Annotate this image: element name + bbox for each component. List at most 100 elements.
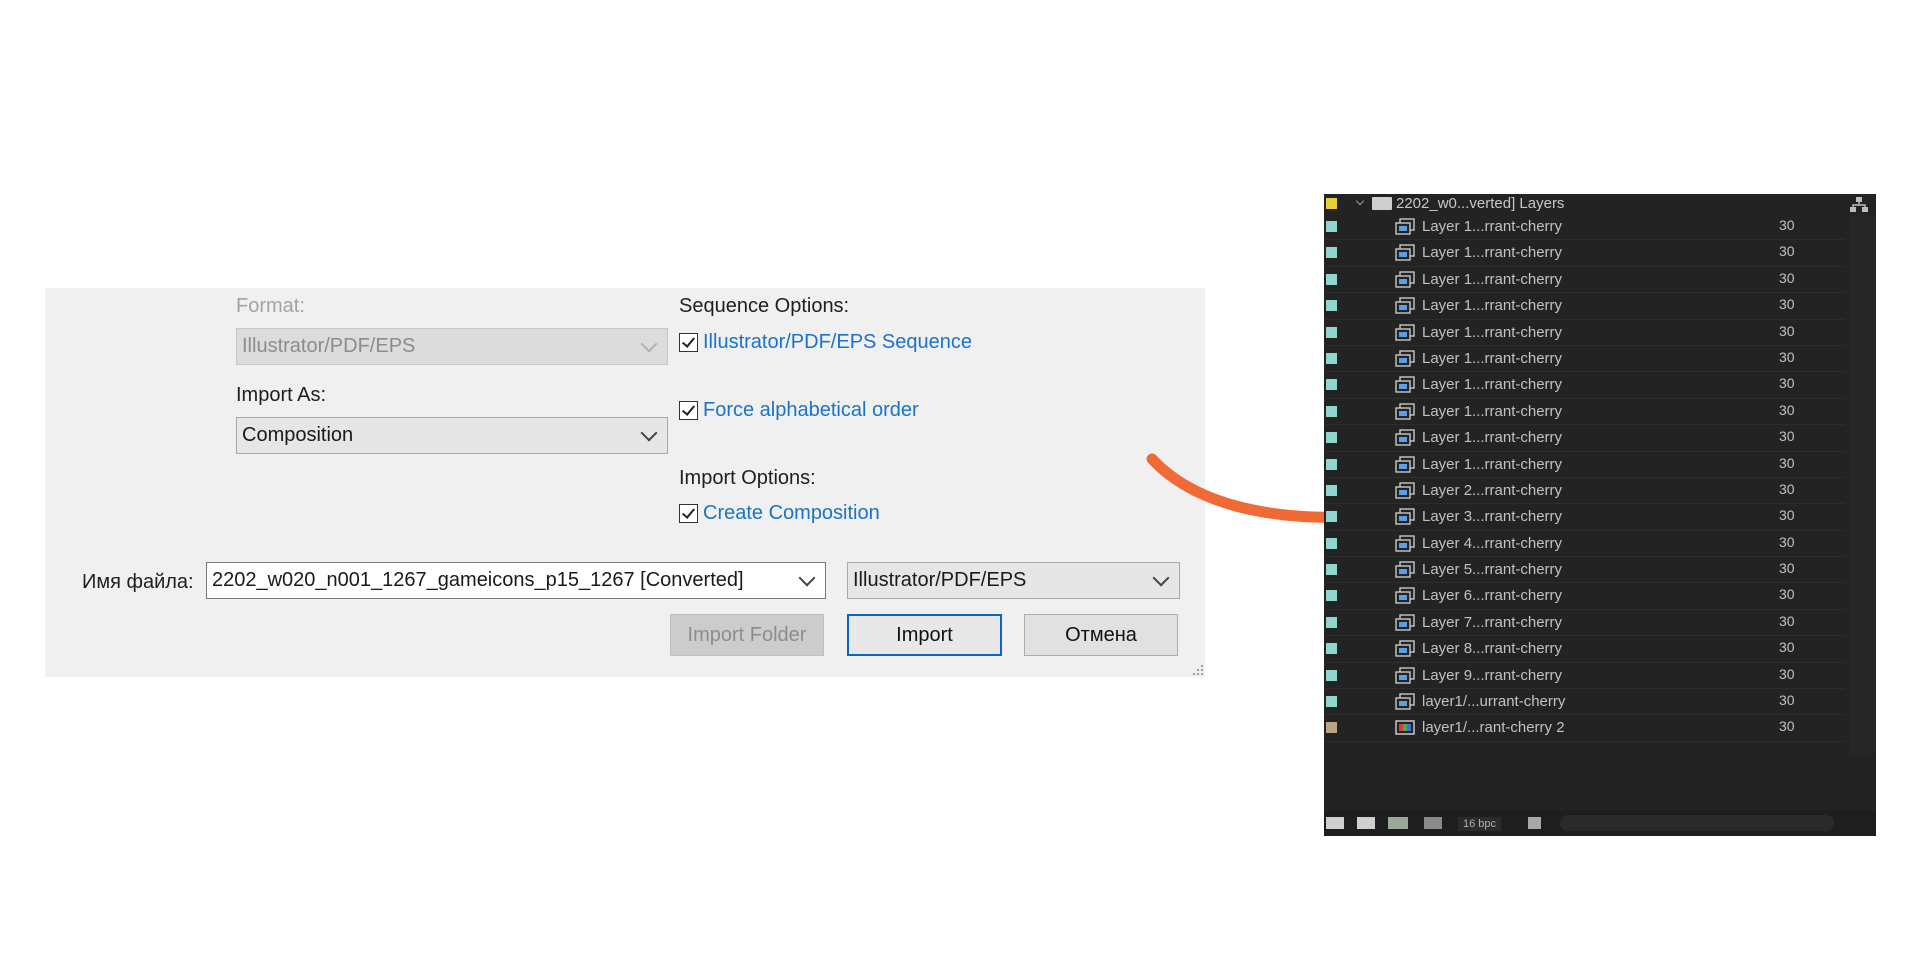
item-name: Layer 4...rrant-cherry — [1422, 534, 1563, 552]
flowchart-icon[interactable] — [1850, 197, 1868, 213]
filetype-value: Illustrator/PDF/EPS — [853, 569, 1027, 591]
label-color-swatch[interactable] — [1326, 511, 1337, 523]
list-item[interactable]: Layer 6...rrant-cherry 30 — [1324, 583, 1844, 610]
create-composition-checkbox[interactable]: Create Composition — [679, 502, 880, 525]
folder-row[interactable]: 2202_w0...verted] Layers — [1324, 194, 1876, 214]
item-frame-rate: 30 — [1779, 560, 1795, 577]
chevron-down-icon[interactable] — [1355, 196, 1365, 206]
list-item[interactable]: Layer 1...rrant-cherry 30 — [1324, 452, 1844, 478]
checkbox-checked-icon[interactable] — [679, 504, 698, 523]
item-name: Layer 1...rrant-cherry — [1422, 429, 1563, 447]
label-color-swatch[interactable] — [1326, 221, 1337, 232]
interpret-footage-icon[interactable] — [1326, 817, 1344, 829]
list-item[interactable]: Layer 4...rrant-cherry 30 — [1324, 531, 1844, 558]
label-color-swatch[interactable] — [1326, 352, 1337, 364]
import-as-label: Import As: — [236, 384, 327, 406]
list-item[interactable]: Layer 1...rrant-cherry 30 — [1324, 214, 1844, 241]
label-color-swatch[interactable] — [1326, 564, 1337, 576]
list-item[interactable]: Layer 1...rrant-cherry 30 — [1324, 240, 1844, 267]
item-frame-rate: 30 — [1779, 269, 1795, 286]
label-color-swatch[interactable] — [1326, 405, 1337, 417]
format-label: Format: — [236, 295, 305, 317]
filetype-select[interactable]: Illustrator/PDF/EPS — [847, 562, 1180, 599]
list-item[interactable]: Layer 2...rrant-cherry 30 — [1324, 478, 1844, 505]
label-color-swatch[interactable] — [1326, 537, 1337, 549]
composition-icon — [1395, 403, 1415, 420]
list-item[interactable]: Layer 1...rrant-cherry 30 — [1324, 346, 1844, 373]
list-item[interactable]: layer1/...rant-cherry 2 30 — [1324, 715, 1844, 742]
project-panel: 2202_w0...verted] Layers Layer 1...rrant… — [1324, 194, 1876, 836]
sequence-checkbox-label[interactable]: Illustrator/PDF/EPS Sequence — [703, 331, 972, 354]
label-color-swatch[interactable] — [1326, 198, 1337, 209]
import-as-select[interactable]: Composition — [236, 417, 668, 454]
item-name: Layer 9...rrant-cherry — [1422, 666, 1563, 684]
list-item[interactable]: Layer 1...rrant-cherry 30 — [1324, 293, 1844, 320]
search-field[interactable] — [1560, 815, 1834, 831]
format-value: Illustrator/PDF/EPS — [242, 335, 416, 357]
scrollbar[interactable] — [1850, 214, 1876, 754]
label-color-swatch[interactable] — [1326, 458, 1337, 470]
label-color-swatch[interactable] — [1326, 616, 1337, 628]
item-frame-rate: 30 — [1779, 296, 1795, 313]
checkbox-checked-icon[interactable] — [679, 333, 698, 352]
item-frame-rate: 30 — [1779, 454, 1795, 471]
list-item[interactable]: Layer 1...rrant-cherry 30 — [1324, 372, 1844, 399]
composition-icon — [1395, 666, 1415, 684]
resize-grip-icon[interactable] — [1189, 661, 1203, 675]
composition-icon — [1395, 323, 1415, 341]
new-composition-icon[interactable] — [1388, 817, 1408, 829]
list-item[interactable]: Layer 1...rrant-cherry 30 — [1324, 399, 1844, 426]
checkbox-checked-icon[interactable] — [679, 401, 698, 420]
item-name: Layer 1...rrant-cherry — [1422, 376, 1563, 394]
label-color-swatch[interactable] — [1326, 432, 1337, 444]
filename-input[interactable]: 2202_w020_n001_1267_gameicons_p15_1267 [… — [206, 562, 826, 599]
list-item[interactable]: Layer 3...rrant-cherry 30 — [1324, 504, 1844, 531]
list-item[interactable]: Layer 9...rrant-cherry 30 — [1324, 663, 1844, 690]
composition-icon — [1395, 508, 1415, 525]
create-composition-label[interactable]: Create Composition — [703, 502, 880, 525]
import-button[interactable]: Import — [847, 614, 1002, 656]
list-item[interactable]: Layer 1...rrant-cherry 30 — [1324, 267, 1844, 294]
composition-icon — [1395, 482, 1415, 499]
label-color-swatch[interactable] — [1326, 247, 1337, 259]
item-frame-rate: 30 — [1779, 480, 1795, 497]
list-item[interactable]: Layer 5...rrant-cherry 30 — [1324, 557, 1844, 584]
label-color-swatch[interactable] — [1326, 484, 1337, 496]
force-alphabetical-checkbox[interactable]: Force alphabetical order — [679, 399, 919, 422]
label-color-swatch[interactable] — [1326, 643, 1337, 655]
list-item[interactable]: Layer 8...rrant-cherry 30 — [1324, 636, 1844, 663]
composition-icon — [1395, 429, 1415, 446]
filename-value[interactable]: 2202_w020_n001_1267_gameicons_p15_1267 [… — [212, 569, 744, 591]
composition-icon — [1395, 297, 1415, 314]
force-alphabetical-label[interactable]: Force alphabetical order — [703, 399, 919, 422]
filename-label: Имя файла: — [82, 571, 194, 593]
folder-icon — [1372, 197, 1392, 210]
cancel-button[interactable]: Отмена — [1024, 614, 1178, 656]
item-frame-rate: 30 — [1779, 428, 1795, 445]
trash-icon[interactable] — [1528, 817, 1541, 829]
item-name: Layer 7...rrant-cherry — [1422, 613, 1563, 631]
list-item[interactable]: Layer 1...rrant-cherry 30 — [1324, 425, 1844, 452]
import-folder-button[interactable]: Import Folder — [670, 614, 824, 656]
label-color-swatch[interactable] — [1326, 300, 1337, 312]
sequence-options-label: Sequence Options: — [679, 295, 850, 317]
list-item[interactable]: Layer 1...rrant-cherry 30 — [1324, 320, 1844, 346]
label-color-swatch[interactable] — [1326, 379, 1337, 391]
list-item[interactable]: Layer 7...rrant-cherry 30 — [1324, 610, 1844, 637]
sequence-checkbox[interactable]: Illustrator/PDF/EPS Sequence — [679, 331, 972, 354]
label-color-swatch[interactable] — [1326, 326, 1337, 338]
label-color-swatch[interactable] — [1326, 722, 1337, 734]
label-color-swatch[interactable] — [1326, 696, 1337, 708]
composition-icon — [1395, 561, 1415, 578]
import-dialog: Format: Illustrator/PDF/EPS Import As: C… — [45, 288, 1205, 677]
chevron-down-icon — [640, 424, 658, 442]
label-color-swatch[interactable] — [1326, 273, 1337, 285]
project-settings-icon[interactable] — [1424, 817, 1442, 829]
new-folder-icon[interactable] — [1357, 817, 1375, 829]
chevron-down-icon[interactable] — [798, 569, 816, 587]
bit-depth-button[interactable]: 16 bpc — [1458, 817, 1502, 831]
label-color-swatch[interactable] — [1326, 590, 1337, 602]
list-item[interactable]: layer1/...urrant-cherry 30 — [1324, 689, 1844, 716]
label-color-swatch[interactable] — [1326, 669, 1337, 681]
composition-icon — [1395, 455, 1415, 473]
